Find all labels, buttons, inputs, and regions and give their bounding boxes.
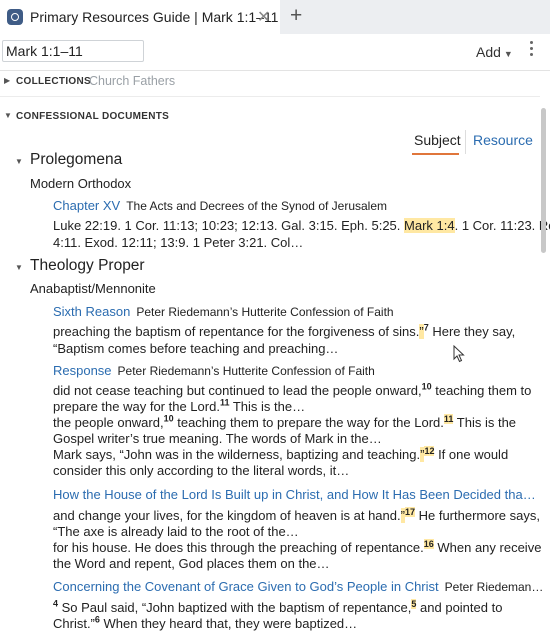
result-link[interactable]: How the House of the Lord Is Built up in… (53, 487, 536, 502)
result-source[interactable]: The Acts and Decrees of the Synod of Jer… (126, 199, 387, 213)
result-excerpt-line: the Word and repent, God places them on … (53, 556, 330, 571)
result-link[interactable]: Concerning the Covenant of Grace Given t… (53, 579, 439, 594)
result-excerpt-line: preaching the baptism of repentance for … (53, 322, 516, 339)
result-excerpt-line: 4 So Paul said, “John baptized with the … (53, 598, 503, 615)
mouse-cursor-icon (453, 345, 465, 363)
collapse-arrow-icon[interactable]: ▼ (15, 263, 23, 272)
scrollbar-thumb[interactable] (541, 108, 546, 253)
toggle-resource[interactable]: Resource (473, 132, 533, 148)
add-tab-icon[interactable]: + (290, 4, 302, 28)
result-source[interactable]: Peter Riedemann’s Hutterite Confession o… (118, 364, 375, 378)
result-title: How the House of the Lord Is Built up in… (53, 487, 536, 503)
result-source[interactable]: Peter Riedemann’s Hutterite Confession o… (136, 305, 393, 319)
subject-heading[interactable]: Prolegomena (30, 151, 122, 169)
guide-icon (7, 9, 23, 25)
tradition-label: Anabaptist/Mennonite (30, 281, 156, 296)
subject-heading[interactable]: Theology Proper (30, 257, 145, 275)
result-excerpt-line: “The axe is already laid to the root of … (53, 524, 299, 539)
result-link[interactable]: Sixth Reason (53, 304, 130, 319)
result-title: Sixth Reason Peter Riedemann’s Hutterite … (53, 304, 394, 320)
toggle-selected-indicator (412, 153, 459, 155)
add-button[interactable]: Add ▼ (476, 44, 513, 60)
result-excerpt-line: and change your lives, for the kingdom o… (53, 506, 540, 523)
result-excerpt-line: for his house. He does this through the … (53, 538, 542, 555)
result-excerpt-line: Gospel writer’s true meaning. The words … (53, 431, 382, 446)
result-excerpt-line: 4:11. Exod. 12:11; 13:9. 1 Peter 3:21. C… (53, 235, 304, 250)
tab-title: Primary Resources Guide | Mark 1:1–11 (30, 9, 279, 25)
result-source[interactable]: Peter Riedeman… (445, 580, 544, 594)
toggle-subject[interactable]: Subject (414, 132, 461, 148)
result-title: Concerning the Covenant of Grace Given t… (53, 579, 543, 595)
collapse-arrow-icon: ▼ (4, 111, 12, 120)
result-excerpt-line: Mark says, “John was in the wilderness, … (53, 445, 509, 462)
toggle-divider (465, 130, 466, 154)
expand-arrow-icon: ▶ (4, 76, 11, 85)
chevron-down-icon: ▼ (503, 49, 513, 59)
section-confessional-documents[interactable]: ▼ CONFESSIONAL DOCUMENTS (0, 108, 540, 130)
section-collections[interactable]: ▶ COLLECTIONS Church Fathers (0, 73, 540, 95)
section-value: Church Fathers (89, 74, 176, 88)
more-options-icon[interactable] (527, 41, 535, 56)
reference-input[interactable]: Mark 1:1–11 (2, 40, 144, 62)
tab-primary-resources-guide[interactable]: Primary Resources Guide | Mark 1:1–11 ✕ (0, 0, 280, 34)
collapse-arrow-icon[interactable]: ▼ (15, 157, 23, 166)
result-link[interactable]: Chapter XV (53, 198, 120, 213)
tab-bar: Primary Resources Guide | Mark 1:1–11 ✕ … (0, 0, 550, 34)
close-icon[interactable]: ✕ (257, 7, 270, 27)
result-excerpt-line: consider this only according to the lite… (53, 463, 350, 478)
result-title: Chapter XV The Acts and Decrees of the Sy… (53, 198, 387, 214)
result-excerpt-line: the people onward,10 teaching them to pr… (53, 413, 517, 430)
result-excerpt-line: “Baptism comes before teaching and preac… (53, 341, 339, 356)
result-excerpt-line: did not cease teaching but continued to … (53, 381, 532, 398)
highlighted-reference: Mark 1:4 (404, 218, 455, 233)
section-label: CONFESSIONAL DOCUMENTS (16, 111, 170, 122)
result-excerpt-line: prepare the way for the Lord.11 This is … (53, 397, 306, 414)
tradition-label: Modern Orthodox (30, 176, 132, 191)
toolbar: Mark 1:1–11 Add ▼ (0, 34, 550, 71)
result-excerpt-line: Luke 22:19. 1 Cor. 11:13; 10:23; 12:13. … (53, 218, 550, 233)
result-excerpt-line: Christ.”6 When they heard that, they wer… (53, 614, 358, 631)
result-link[interactable]: Response (53, 363, 112, 378)
section-label: COLLECTIONS (16, 76, 91, 87)
result-title: Response Peter Riedemann’s Hutterite Conf… (53, 363, 375, 379)
divider (0, 96, 540, 97)
add-button-label: Add (476, 44, 501, 60)
